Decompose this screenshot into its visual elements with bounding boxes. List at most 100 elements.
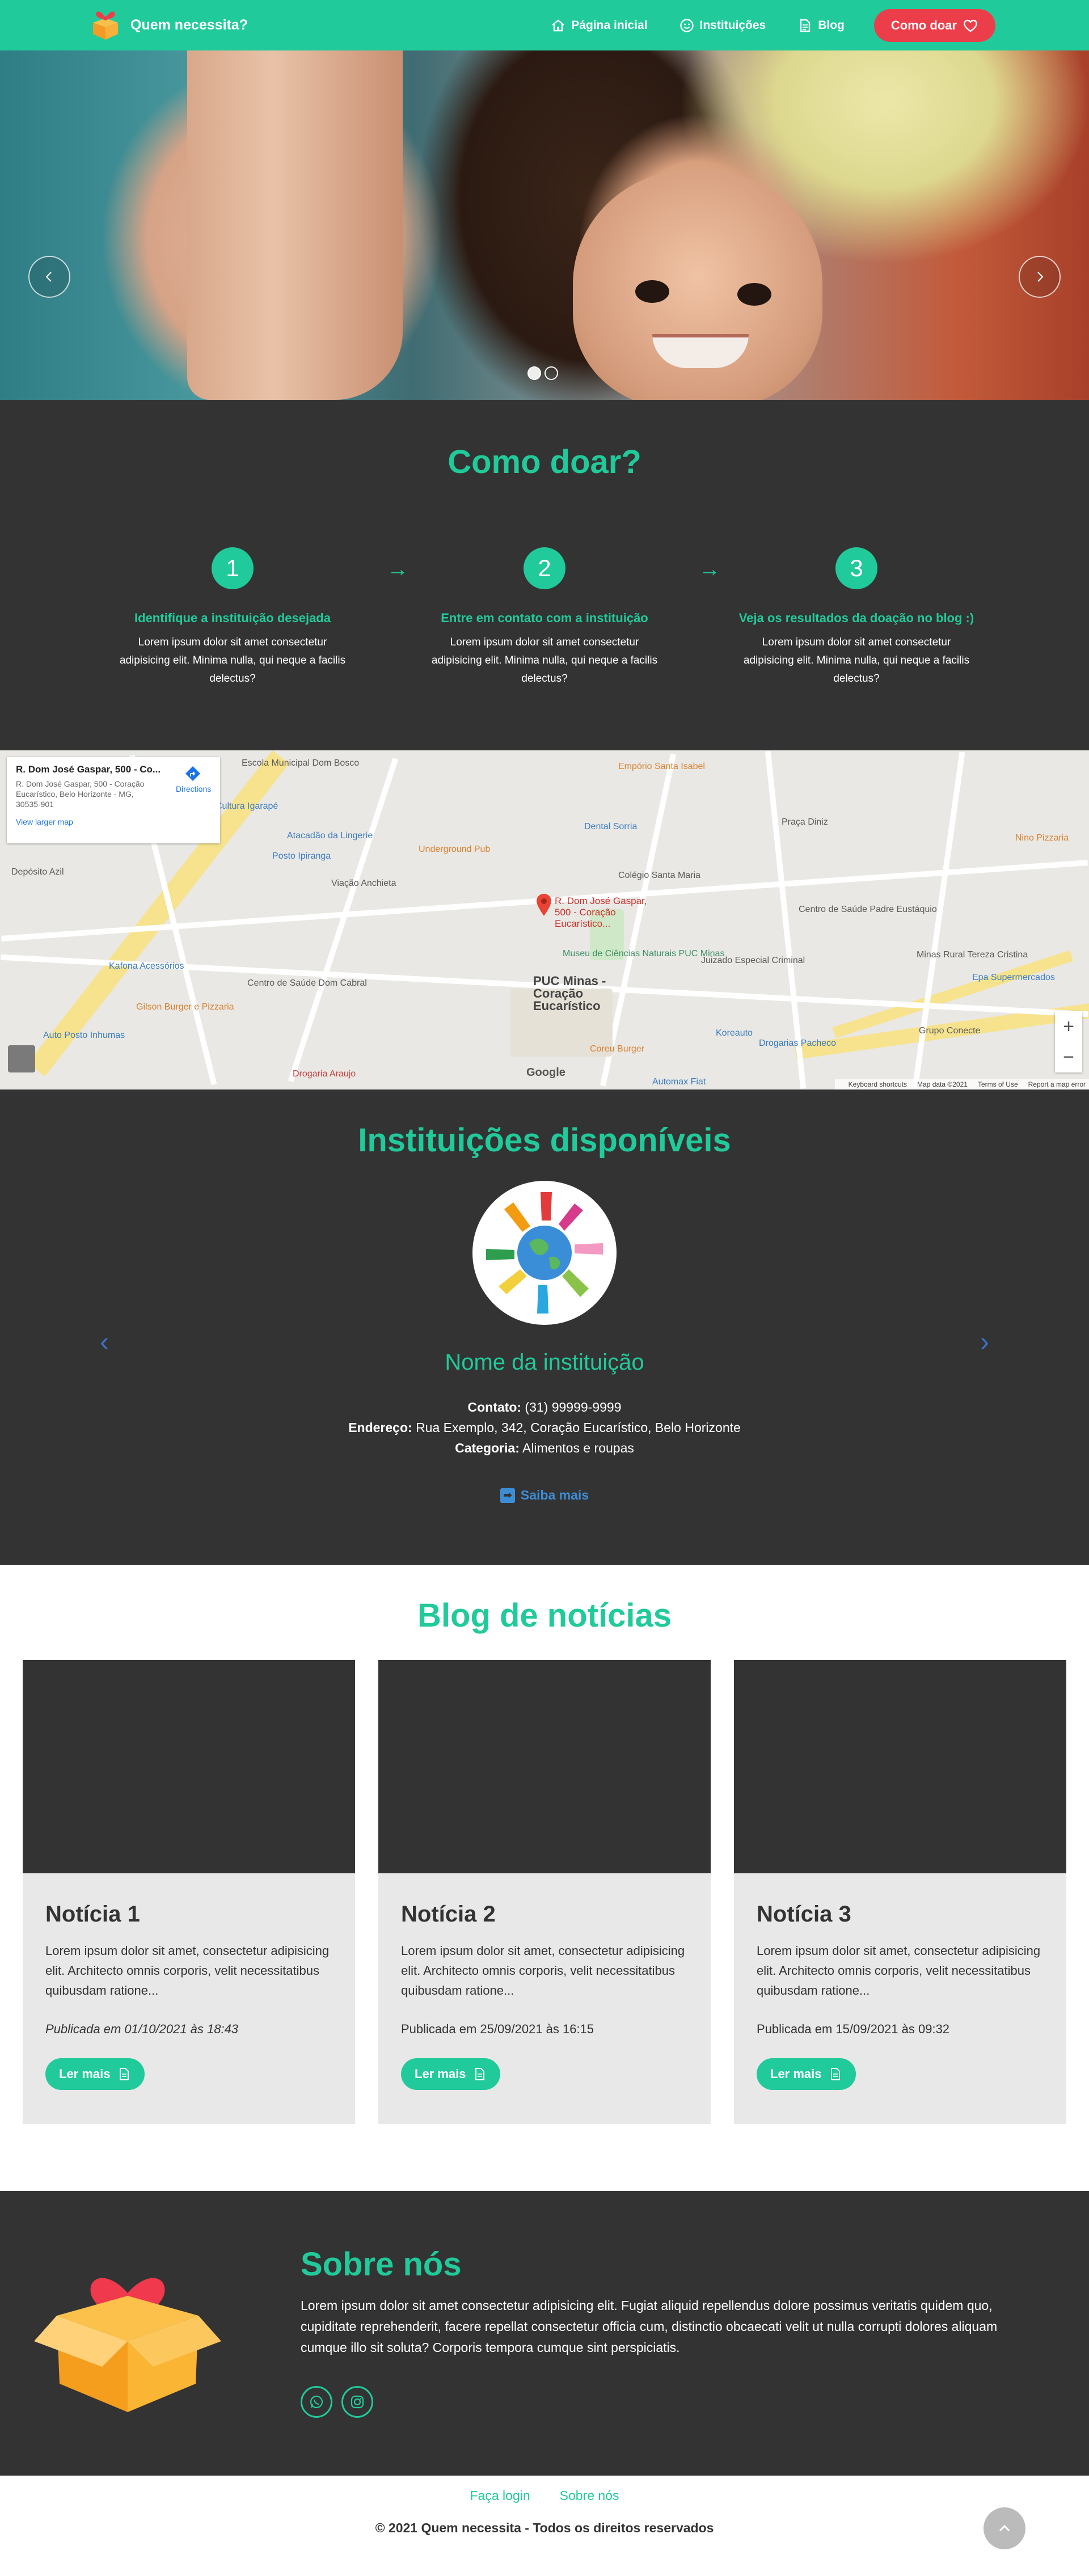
- map-place: Juizado Especial Criminal: [701, 956, 805, 965]
- step-2: 2 Entre em contato com a instituição Lor…: [425, 547, 664, 688]
- nav-blog-link[interactable]: Blog: [797, 18, 845, 33]
- social-links: [301, 2386, 382, 2418]
- blog-card-title: Notícia 2: [401, 1902, 496, 1927]
- blog-card-image: [23, 1660, 355, 1873]
- read-more-button[interactable]: Ler mais: [401, 2058, 500, 2090]
- map-place: Grupo Conecte: [919, 1026, 981, 1036]
- map-place: Cultura Igarapé: [216, 801, 278, 811]
- institutions-title: Instituições disponíveis: [358, 1122, 731, 1159]
- blog-card-text: Lorem ipsum dolor sit amet, consectetur …: [45, 1944, 330, 1998]
- learn-more-button[interactable]: ➡ Saiba mais: [500, 1488, 589, 1503]
- chevron-left-icon: [45, 272, 52, 282]
- about-text: Lorem ipsum dolor sit amet consectetur a…: [301, 2298, 998, 2355]
- zoom-controls: + −: [1055, 1011, 1082, 1072]
- document-icon: [797, 18, 812, 33]
- nav-institutions-link[interactable]: Instituições: [679, 18, 766, 33]
- step-number: 2: [524, 547, 565, 589]
- blog-card-date: Publicada em 01/10/2021 às 18:43: [45, 2022, 239, 2036]
- map-place: Museu de Ciências Naturais PUC Minas: [563, 949, 725, 958]
- carousel-next-button[interactable]: [1019, 256, 1061, 298]
- carousel-dot[interactable]: [544, 366, 558, 380]
- brand-name: Quem necessita?: [130, 16, 248, 33]
- map-place: Colégio Santa Maria: [618, 871, 700, 880]
- map-place: Depósito Azil: [11, 867, 64, 877]
- how-to-donate-section: Como doar? 1 Identifique a instituição d…: [0, 400, 1089, 750]
- hero-image-hand: [187, 50, 403, 400]
- map-place: Viação Anchieta: [331, 879, 396, 888]
- blog-card-date: Publicada em 25/09/2021 às 16:15: [401, 2022, 594, 2036]
- map-place: Praça Diniz: [782, 817, 828, 827]
- copyright: © 2021 Quem necessita - Todos os direito…: [375, 2520, 714, 2535]
- instagram-icon: [351, 2395, 364, 2409]
- carousel-prev-button[interactable]: [28, 256, 70, 298]
- arrow-right-square-icon: ➡: [500, 1488, 515, 1503]
- step-text: Lorem ipsum dolor sit amet consectetur a…: [431, 636, 658, 685]
- document-icon: [829, 2067, 842, 2081]
- nav-links: Página inicial Instituições Blog Como do…: [519, 9, 995, 42]
- step-text: Lorem ipsum dolor sit amet consectetur a…: [119, 636, 346, 685]
- arrow-right-icon: →: [387, 558, 408, 581]
- street-view-pegman-icon[interactable]: [8, 1045, 35, 1072]
- zoom-in-button[interactable]: +: [1063, 1016, 1074, 1038]
- map-attribution: Keyboard shortcuts Map data ©2021 Terms …: [834, 1079, 1089, 1089]
- carousel-dot[interactable]: [527, 366, 541, 380]
- map-place: Atacadão da Lingerie: [287, 831, 373, 841]
- institution-category: Categoria: Alimentos e roupas: [455, 1441, 634, 1455]
- gift-box-logo-icon: [88, 8, 123, 42]
- map-data-text: Map data ©2021: [917, 1080, 968, 1088]
- blog-card: Notícia 2 Lorem ipsum dolor sit amet, co…: [378, 1660, 711, 2124]
- donate-button[interactable]: Como doar: [873, 9, 995, 42]
- blog-card-title: Notícia 1: [45, 1902, 140, 1927]
- blog-card-title: Notícia 3: [757, 1902, 851, 1927]
- step-title: Identifique a instituição desejada: [134, 611, 331, 625]
- institution-logo: [472, 1181, 617, 1325]
- read-more-button[interactable]: Ler mais: [757, 2058, 856, 2090]
- map-marker-icon[interactable]: [535, 893, 552, 916]
- map-place: Drogaria Araujo: [293, 1069, 356, 1079]
- map-place: Drogarias Pacheco: [759, 1038, 837, 1048]
- about-title: Sobre nós: [301, 2246, 462, 2283]
- google-logo: Google: [526, 1066, 565, 1079]
- login-link[interactable]: Faça login: [470, 2488, 530, 2503]
- gift-box-heart-icon: [34, 2242, 221, 2418]
- step-3: 3 Veja os resultados da doação no blog :…: [737, 547, 976, 688]
- location-map[interactable]: Escola Municipal Dom Bosco Empório Santa…: [0, 750, 1089, 1089]
- home-icon: [551, 18, 565, 33]
- map-place: Koreauto: [716, 1028, 753, 1038]
- blog-card-image: [378, 1660, 711, 1873]
- step-title: Entre em contato com a instituição: [441, 611, 648, 625]
- brand[interactable]: Quem necessita?: [88, 8, 248, 42]
- terms-link[interactable]: Terms of Use: [978, 1080, 1018, 1088]
- back-to-top-button[interactable]: [984, 2507, 1025, 2549]
- chevron-up-icon: [999, 2524, 1010, 2532]
- zoom-out-button[interactable]: −: [1063, 1046, 1074, 1069]
- nav-home-link[interactable]: Página inicial: [551, 18, 648, 33]
- document-icon: [473, 2067, 487, 2081]
- map-place: Empório Santa Isabel: [618, 762, 705, 771]
- heart-icon: [963, 18, 978, 33]
- map-place: Auto Posto Inhumas: [43, 1031, 125, 1040]
- step-text: Lorem ipsum dolor sit amet consectetur a…: [743, 636, 970, 685]
- hero-image-eye: [737, 283, 771, 306]
- blog-section: Blog de notícias Notícia 1 Lorem ipsum d…: [0, 1565, 1089, 2191]
- footer: Faça login Sobre nós © 2021 Quem necessi…: [0, 2476, 1089, 2571]
- whatsapp-button[interactable]: [301, 2386, 332, 2418]
- institutions-prev-button[interactable]: ‹: [100, 1327, 109, 1358]
- map-place: Centro de Saúde Padre Eustáquio: [799, 905, 937, 914]
- step-number: 1: [212, 547, 254, 589]
- blog-card-date: Publicada em 15/09/2021 às 09:32: [757, 2022, 950, 2036]
- instagram-button[interactable]: [341, 2386, 373, 2418]
- keyboard-shortcuts-link[interactable]: Keyboard shortcuts: [849, 1080, 907, 1088]
- read-more-button[interactable]: Ler mais: [45, 2058, 145, 2090]
- blog-card: Notícia 1 Lorem ipsum dolor sit amet, co…: [23, 1660, 355, 2124]
- institution-name: Nome da instituição: [445, 1350, 644, 1375]
- institutions-next-button[interactable]: ›: [980, 1327, 989, 1358]
- institution-contact: Contato: (31) 99999-9999: [467, 1400, 622, 1414]
- navbar: Quem necessita? Página inicial Instituiç…: [0, 0, 1089, 50]
- directions-button[interactable]: Directions: [176, 765, 211, 793]
- map-marker-label: R. Dom José Gaspar, 500 - Coração Eucarí…: [555, 896, 647, 929]
- about-link[interactable]: Sobre nós: [560, 2488, 619, 2503]
- view-larger-map-link[interactable]: View larger map: [16, 817, 211, 826]
- report-error-link[interactable]: Report a map error: [1028, 1080, 1086, 1088]
- nav-home-label: Página inicial: [571, 19, 648, 32]
